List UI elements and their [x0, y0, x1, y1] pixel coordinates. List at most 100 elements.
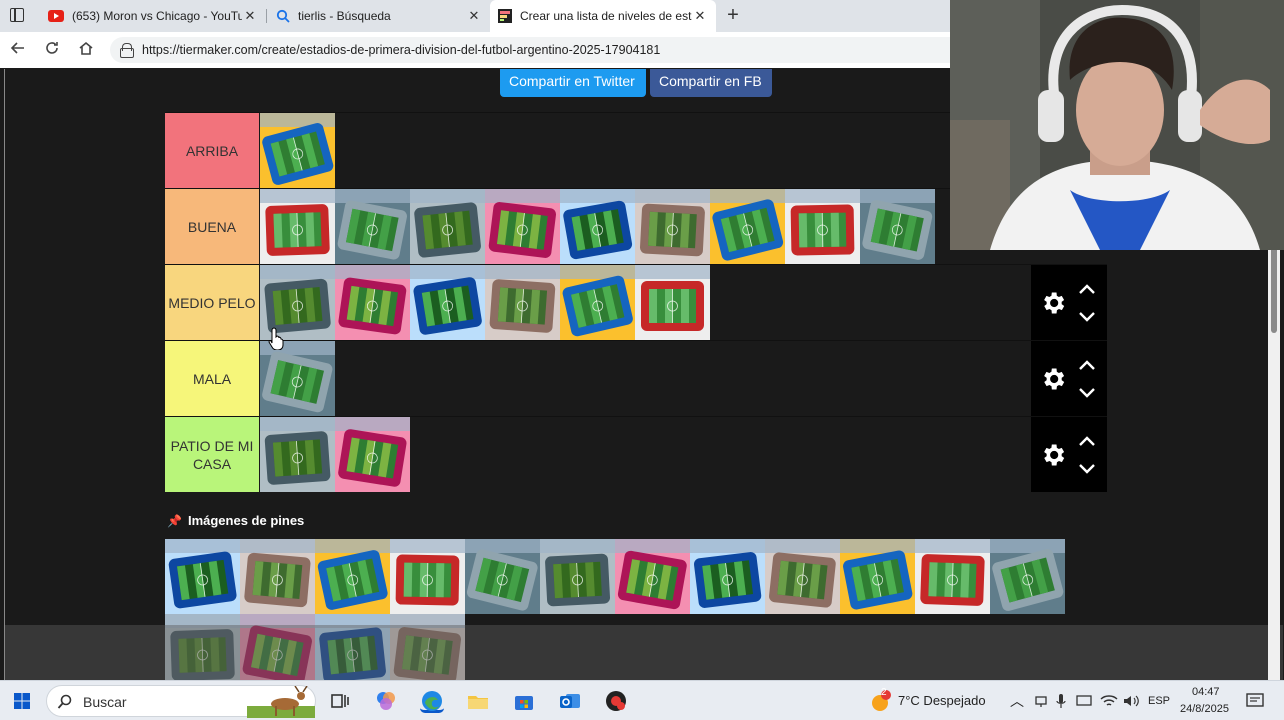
chevron-up-icon[interactable] — [1076, 281, 1098, 297]
stadium-image[interactable] — [635, 189, 710, 264]
stadium-image[interactable] — [260, 113, 335, 188]
chevron-down-icon[interactable] — [1076, 309, 1098, 325]
display-icon[interactable] — [1076, 694, 1092, 708]
tier-label[interactable]: BUENA — [165, 189, 259, 264]
new-tab-button[interactable]: + — [723, 5, 743, 25]
chevron-down-icon[interactable] — [1076, 461, 1098, 477]
url-text: https://tiermaker.com/create/estadios-de… — [142, 43, 661, 57]
pool-stadium-image[interactable] — [690, 539, 765, 614]
stadium-image[interactable] — [860, 189, 935, 264]
tier-controls — [1031, 417, 1107, 492]
microphone-icon[interactable] — [1056, 693, 1066, 709]
weather-badge: 2 — [881, 687, 887, 698]
stadium-image[interactable] — [560, 189, 635, 264]
outlook-icon[interactable] — [558, 689, 582, 713]
pool-stadium-image[interactable] — [165, 539, 240, 614]
copilot-icon[interactable] — [374, 689, 398, 713]
windows-taskbar: Buscar 2 7°C Despejado ︿ ESP 04:47 24/8/… — [0, 680, 1284, 720]
clock-date[interactable]: 24/8/2025 — [1180, 703, 1229, 715]
weather-sun-icon — [872, 690, 891, 711]
gear-icon[interactable] — [1039, 289, 1067, 317]
chevron-up-icon[interactable] — [1076, 433, 1098, 449]
gear-icon[interactable] — [1039, 441, 1067, 469]
pool-stadium-image[interactable] — [615, 539, 690, 614]
pool-stadium-image[interactable] — [240, 539, 315, 614]
network-icon[interactable] — [1034, 694, 1048, 708]
search-icon — [276, 9, 290, 23]
close-tab-icon[interactable]: ✕ — [466, 8, 482, 24]
stadium-image[interactable] — [335, 265, 410, 340]
wifi-icon[interactable] — [1100, 693, 1118, 709]
tier-controls — [1031, 265, 1107, 340]
file-explorer-icon[interactable] — [466, 689, 490, 713]
hand-cursor-icon — [268, 327, 284, 350]
stadium-image[interactable] — [560, 265, 635, 340]
tier-label[interactable]: ARRIBA — [165, 113, 259, 188]
share-fb-button[interactable]: Compartir en FB — [650, 69, 772, 97]
recording-app-icon[interactable] — [604, 689, 628, 713]
tab-title: tierlis - Búsqueda — [298, 9, 391, 23]
tab-youtube[interactable]: (653) Moron vs Chicago - YouTube ✕ — [40, 0, 266, 32]
tab-tiermaker[interactable]: Crear una lista de niveles de estadios ✕ — [490, 0, 716, 32]
stadium-image[interactable] — [260, 341, 335, 416]
close-tab-icon[interactable]: ✕ — [242, 8, 258, 24]
webcam-overlay — [950, 0, 1284, 250]
chevron-down-icon[interactable] — [1076, 385, 1098, 401]
stadium-image[interactable] — [260, 189, 335, 264]
share-twitter-button[interactable]: Compartir en Twitter — [500, 69, 646, 97]
tier-label[interactable]: MALA — [165, 341, 259, 416]
pins-title: Imágenes de pines — [187, 513, 305, 528]
pool-stadium-image[interactable] — [840, 539, 915, 614]
windows-start-icon[interactable] — [14, 693, 30, 709]
search-icon — [57, 694, 72, 709]
language-indicator[interactable]: ESP — [1148, 681, 1170, 720]
tier-controls — [1031, 341, 1107, 416]
tier-label[interactable]: PATIO DE MI CASA — [165, 417, 259, 492]
weather-text[interactable]: 7°C Despejado — [898, 681, 986, 720]
pool-stadium-image[interactable] — [465, 539, 540, 614]
volume-icon[interactable] — [1122, 693, 1140, 709]
tab-title: (653) Moron vs Chicago - YouTube — [72, 9, 242, 23]
stadium-image[interactable] — [260, 417, 335, 492]
tab-actions-icon[interactable] — [10, 8, 24, 22]
chevron-up-icon[interactable] — [1076, 357, 1098, 373]
chevron-up-icon[interactable]: ︿ — [1010, 681, 1024, 720]
lock-icon — [120, 43, 134, 58]
microsoft-store-icon[interactable] — [512, 689, 536, 713]
tier-row: PATIO DE MI CASA — [165, 416, 1107, 492]
pool-stadium-image[interactable] — [390, 539, 465, 614]
home-icon[interactable] — [76, 40, 96, 60]
close-tab-icon[interactable]: ✕ — [692, 8, 708, 24]
stadium-image[interactable] — [485, 189, 560, 264]
stadium-image[interactable] — [785, 189, 860, 264]
notifications-icon[interactable] — [1246, 693, 1264, 709]
pool-stadium-image[interactable] — [540, 539, 615, 614]
bottom-overlay — [5, 625, 1283, 680]
tier-label[interactable]: MEDIO PELO — [165, 265, 259, 340]
stadium-image[interactable] — [410, 189, 485, 264]
deer-search-highlight-icon — [247, 686, 315, 718]
pool-stadium-image[interactable] — [315, 539, 390, 614]
stadium-image[interactable] — [410, 265, 485, 340]
tier-items — [260, 265, 710, 340]
pool-stadium-image[interactable] — [915, 539, 990, 614]
gear-icon[interactable] — [1039, 365, 1067, 393]
back-arrow-icon[interactable] — [8, 40, 28, 60]
task-view-icon[interactable] — [328, 689, 352, 713]
taskbar-search[interactable]: Buscar — [46, 685, 316, 718]
reload-icon[interactable] — [42, 40, 62, 60]
stadium-image[interactable] — [485, 265, 560, 340]
pool-stadium-image[interactable] — [765, 539, 840, 614]
stadium-image[interactable] — [335, 417, 410, 492]
streamer-webcam-image — [950, 0, 1284, 250]
tier-items — [260, 341, 335, 416]
tab-search[interactable]: tierlis - Búsqueda ✕ — [268, 0, 490, 32]
stadium-image[interactable] — [710, 189, 785, 264]
tiermaker-icon — [498, 9, 512, 23]
edge-browser-icon[interactable] — [420, 689, 444, 713]
taskbar-search-text: Buscar — [83, 694, 127, 710]
stadium-image[interactable] — [335, 189, 410, 264]
pool-stadium-image[interactable] — [990, 539, 1065, 614]
clock-time[interactable]: 04:47 — [1192, 686, 1220, 698]
stadium-image[interactable] — [635, 265, 710, 340]
